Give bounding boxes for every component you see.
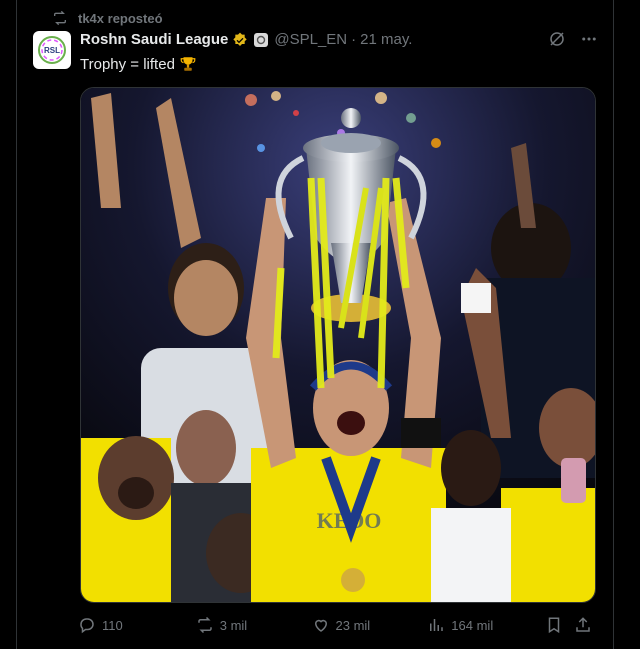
repost-button[interactable]: 3 mil [196, 616, 312, 634]
views-chart-icon [430, 619, 444, 631]
repost-count: 3 mil [219, 617, 248, 633]
like-button[interactable]: 23 mil [312, 616, 428, 634]
reply-icon [80, 618, 94, 634]
reply-count: 110 [102, 617, 123, 633]
share-button[interactable] [574, 616, 598, 634]
affiliate-badge-icon[interactable] [254, 32, 269, 47]
reply-button[interactable]: 110 [78, 616, 196, 634]
tweet-text: Trophy = lifted [80, 55, 197, 73]
tweet-text-content: Trophy = lifted [80, 55, 175, 73]
trophy-icon [180, 57, 196, 71]
bookmark-icon [548, 617, 560, 634]
verified-badge-icon [233, 32, 248, 46]
repost-label: tk4x reposteó [78, 10, 163, 26]
views-count: 164 mil [451, 617, 494, 633]
share-icon [576, 617, 591, 632]
bookmark-button[interactable] [545, 616, 574, 634]
header-separator: · [351, 31, 357, 48]
author-avatar[interactable]: RSL [33, 31, 71, 69]
author-handle[interactable]: @SPL_EN [274, 31, 347, 48]
tweet-actions-bar: 110 3 mil 23 mil 164 mil [78, 616, 598, 634]
svg-text:KEDO: KEDO [317, 508, 382, 533]
heart-icon [314, 619, 327, 632]
svg-text:RSL: RSL [44, 46, 60, 55]
tweet-header: Roshn Saudi League @SPL_EN · 21 may. [80, 31, 412, 48]
tweet-date[interactable]: 21 may. [360, 31, 412, 48]
more-options-icon[interactable] [580, 30, 598, 48]
rsl-logo-icon: RSL [38, 36, 66, 64]
views-button[interactable]: 164 mil [427, 616, 545, 634]
trophy-celebration-photo: KEDO [81, 88, 595, 602]
repost-indicator[interactable]: tk4x reposteó [52, 10, 163, 26]
grok-icon[interactable] [548, 30, 566, 48]
repost-action-icon [197, 616, 212, 634]
tweet-photo[interactable]: KEDO [80, 87, 596, 603]
like-count: 23 mil [335, 617, 371, 633]
author-name[interactable]: Roshn Saudi League [80, 31, 228, 48]
tweet-top-actions [548, 30, 598, 48]
repost-icon [54, 10, 66, 26]
